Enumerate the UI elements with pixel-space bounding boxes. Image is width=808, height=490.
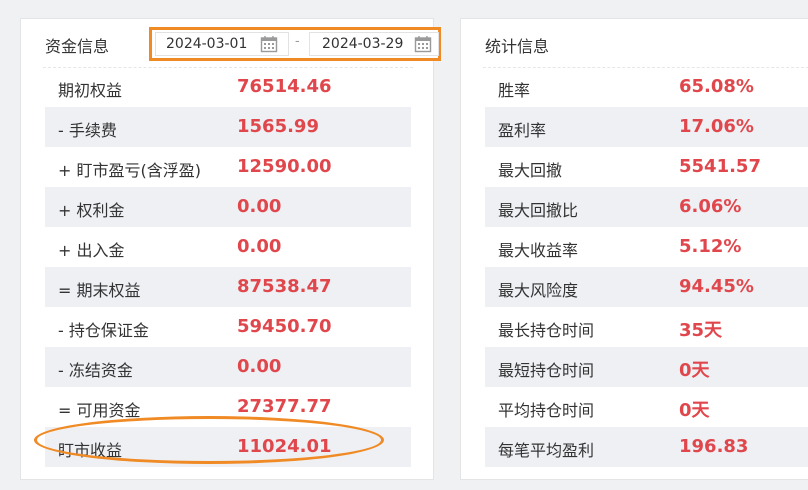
fund-row-mtm-pnl: + 盯市盈亏(含浮盈) 12590.00	[45, 147, 411, 187]
stats-info-panel: 统计信息 胜率 65.08% 盈利率 17.06% 最大回撤 5541.57 最…	[460, 18, 808, 480]
fund-row-available-funds: = 可用资金 27377.77	[45, 387, 411, 427]
stats-row-average-hold: 平均持仓时间 0天	[485, 387, 808, 427]
stats-info-header: 统计信息	[483, 19, 808, 68]
row-label: = 可用资金	[58, 401, 141, 420]
row-value: 0天	[679, 400, 710, 421]
row-label: 最大回撤比	[498, 201, 579, 220]
end-date-input[interactable]: 2024-03-29	[309, 32, 439, 56]
fund-row-position-margin: - 持仓保证金 59450.70	[45, 307, 411, 347]
fund-info-title: 资金信息	[45, 37, 110, 56]
row-value: 59450.70	[237, 316, 332, 337]
fund-info-list: 期初权益 76514.46 - 手续费 1565.99 + 盯市盈亏(含浮盈) …	[45, 67, 411, 467]
date-range-picker: 2024-03-01 - 2024-03-29	[149, 27, 441, 61]
stats-row-profit-rate: 盈利率 17.06%	[485, 107, 808, 147]
stats-row-win-rate: 胜率 65.08%	[485, 67, 808, 107]
row-label: + 出入金	[58, 241, 125, 260]
row-label: - 持仓保证金	[58, 321, 149, 340]
row-label: 最大风险度	[498, 281, 579, 300]
fund-row-final-equity: = 期末权益 87538.47	[45, 267, 411, 307]
row-label: - 冻结资金	[58, 361, 133, 380]
row-value: 0天	[679, 360, 710, 381]
stats-row-max-return: 最大收益率 5.12%	[485, 227, 808, 267]
fund-info-header: 资金信息 2024-03-01 - 2024-03-29	[43, 19, 441, 68]
fund-row-mtm-return: 盯市收益 11024.01	[45, 427, 411, 467]
row-label: + 盯市盈亏(含浮盈)	[58, 161, 201, 180]
row-value: 35天	[679, 320, 723, 341]
row-value: 0.00	[237, 196, 282, 217]
stats-row-avg-profit-per-trade: 每笔平均盈利 196.83	[485, 427, 808, 467]
row-label: 盈利率	[498, 121, 547, 140]
stats-row-max-drawdown: 最大回撤 5541.57	[485, 147, 808, 187]
fund-row-deposit-withdrawal: + 出入金 0.00	[45, 227, 411, 267]
row-label: 胜率	[498, 81, 531, 100]
row-value: 76514.46	[237, 76, 332, 97]
row-value: 6.06%	[679, 196, 742, 217]
date-separator: -	[295, 34, 300, 49]
start-date-input[interactable]: 2024-03-01	[155, 32, 289, 56]
row-label: 最短持仓时间	[498, 361, 595, 380]
row-value: 196.83	[679, 436, 749, 457]
row-label: 期初权益	[58, 81, 123, 100]
end-date-value: 2024-03-29	[322, 36, 404, 52]
row-label: 盯市收益	[58, 441, 123, 460]
row-label: 最大收益率	[498, 241, 579, 260]
row-label: - 手续费	[58, 121, 117, 140]
row-value: 94.45%	[679, 276, 754, 297]
fund-row-fee: - 手续费 1565.99	[45, 107, 411, 147]
fund-row-initial-equity: 期初权益 76514.46	[45, 67, 411, 107]
row-value: 5541.57	[679, 156, 761, 177]
row-value: 17.06%	[679, 116, 754, 137]
stats-info-list: 胜率 65.08% 盈利率 17.06% 最大回撤 5541.57 最大回撤比 …	[485, 67, 808, 467]
fund-info-panel: 资金信息 2024-03-01 - 2024-03-29 期初权益 76514.…	[20, 18, 441, 480]
row-label: = 期末权益	[58, 281, 141, 300]
calendar-icon[interactable]	[260, 35, 278, 53]
stats-row-max-drawdown-ratio: 最大回撤比 6.06%	[485, 187, 808, 227]
row-value: 0.00	[237, 356, 282, 377]
stats-row-longest-hold: 最长持仓时间 35天	[485, 307, 808, 347]
row-value: 27377.77	[237, 396, 332, 417]
row-label: + 权利金	[58, 201, 125, 220]
calendar-icon[interactable]	[414, 35, 432, 53]
row-value: 65.08%	[679, 76, 754, 97]
stats-row-shortest-hold: 最短持仓时间 0天	[485, 347, 808, 387]
row-value: 87538.47	[237, 276, 332, 297]
fund-row-premium: + 权利金 0.00	[45, 187, 411, 227]
row-value: 1565.99	[237, 116, 319, 137]
row-label: 每笔平均盈利	[498, 441, 595, 460]
fund-row-frozen-funds: - 冻结资金 0.00	[45, 347, 411, 387]
row-label: 最大回撤	[498, 161, 563, 180]
start-date-value: 2024-03-01	[166, 36, 248, 52]
row-label: 最长持仓时间	[498, 321, 595, 340]
stats-row-max-risk: 最大风险度 94.45%	[485, 267, 808, 307]
row-value: 11024.01	[237, 436, 332, 457]
row-value: 12590.00	[237, 156, 332, 177]
stats-info-title: 统计信息	[485, 37, 550, 56]
row-label: 平均持仓时间	[498, 401, 595, 420]
row-value: 5.12%	[679, 236, 742, 257]
row-value: 0.00	[237, 236, 282, 257]
